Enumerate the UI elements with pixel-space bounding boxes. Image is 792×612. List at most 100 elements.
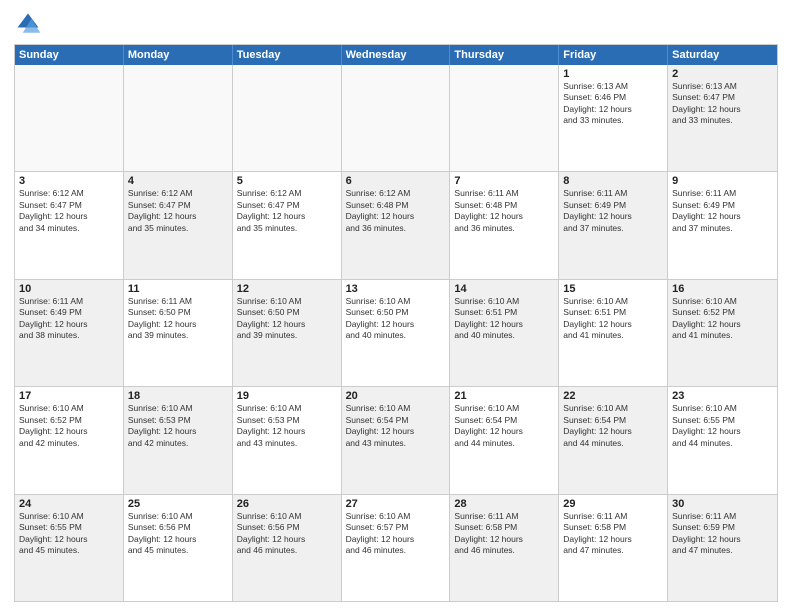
week-row-1: 3Sunrise: 6:12 AMSunset: 6:47 PMDaylight… — [15, 172, 777, 279]
day-number: 27 — [346, 498, 446, 510]
day-number: 4 — [128, 175, 228, 187]
header-cell-monday: Monday — [124, 45, 233, 65]
day-number: 26 — [237, 498, 337, 510]
cal-cell-empty-0-2 — [233, 65, 342, 171]
day-number: 30 — [672, 498, 773, 510]
day-number: 3 — [19, 175, 119, 187]
day-number: 12 — [237, 283, 337, 295]
cal-cell-20: 20Sunrise: 6:10 AMSunset: 6:54 PMDayligh… — [342, 387, 451, 493]
cal-cell-11: 11Sunrise: 6:11 AMSunset: 6:50 PMDayligh… — [124, 280, 233, 386]
day-info: Sunrise: 6:13 AMSunset: 6:46 PMDaylight:… — [563, 81, 663, 127]
day-number: 16 — [672, 283, 773, 295]
day-info: Sunrise: 6:10 AMSunset: 6:50 PMDaylight:… — [237, 296, 337, 342]
cal-cell-7: 7Sunrise: 6:11 AMSunset: 6:48 PMDaylight… — [450, 172, 559, 278]
cal-cell-8: 8Sunrise: 6:11 AMSunset: 6:49 PMDaylight… — [559, 172, 668, 278]
week-row-3: 17Sunrise: 6:10 AMSunset: 6:52 PMDayligh… — [15, 387, 777, 494]
day-number: 23 — [672, 390, 773, 402]
day-info: Sunrise: 6:10 AMSunset: 6:54 PMDaylight:… — [454, 403, 554, 449]
day-number: 22 — [563, 390, 663, 402]
day-info: Sunrise: 6:10 AMSunset: 6:52 PMDaylight:… — [672, 296, 773, 342]
cal-cell-empty-0-1 — [124, 65, 233, 171]
calendar-body: 1Sunrise: 6:13 AMSunset: 6:46 PMDaylight… — [15, 65, 777, 601]
cal-cell-1: 1Sunrise: 6:13 AMSunset: 6:46 PMDaylight… — [559, 65, 668, 171]
day-info: Sunrise: 6:12 AMSunset: 6:47 PMDaylight:… — [19, 188, 119, 234]
logo-icon — [14, 10, 42, 38]
cal-cell-30: 30Sunrise: 6:11 AMSunset: 6:59 PMDayligh… — [668, 495, 777, 601]
day-info: Sunrise: 6:10 AMSunset: 6:50 PMDaylight:… — [346, 296, 446, 342]
day-number: 8 — [563, 175, 663, 187]
week-row-0: 1Sunrise: 6:13 AMSunset: 6:46 PMDaylight… — [15, 65, 777, 172]
header — [14, 10, 778, 38]
header-cell-thursday: Thursday — [450, 45, 559, 65]
day-info: Sunrise: 6:11 AMSunset: 6:49 PMDaylight:… — [563, 188, 663, 234]
calendar-header-row: SundayMondayTuesdayWednesdayThursdayFrid… — [15, 45, 777, 65]
day-info: Sunrise: 6:12 AMSunset: 6:48 PMDaylight:… — [346, 188, 446, 234]
header-cell-sunday: Sunday — [15, 45, 124, 65]
cal-cell-24: 24Sunrise: 6:10 AMSunset: 6:55 PMDayligh… — [15, 495, 124, 601]
cal-cell-4: 4Sunrise: 6:12 AMSunset: 6:47 PMDaylight… — [124, 172, 233, 278]
day-info: Sunrise: 6:10 AMSunset: 6:55 PMDaylight:… — [19, 511, 119, 557]
page: SundayMondayTuesdayWednesdayThursdayFrid… — [0, 0, 792, 612]
day-number: 10 — [19, 283, 119, 295]
cal-cell-6: 6Sunrise: 6:12 AMSunset: 6:48 PMDaylight… — [342, 172, 451, 278]
day-info: Sunrise: 6:10 AMSunset: 6:56 PMDaylight:… — [237, 511, 337, 557]
cal-cell-28: 28Sunrise: 6:11 AMSunset: 6:58 PMDayligh… — [450, 495, 559, 601]
day-number: 25 — [128, 498, 228, 510]
cal-cell-empty-0-4 — [450, 65, 559, 171]
cal-cell-26: 26Sunrise: 6:10 AMSunset: 6:56 PMDayligh… — [233, 495, 342, 601]
day-number: 1 — [563, 68, 663, 80]
day-info: Sunrise: 6:11 AMSunset: 6:49 PMDaylight:… — [672, 188, 773, 234]
day-info: Sunrise: 6:12 AMSunset: 6:47 PMDaylight:… — [237, 188, 337, 234]
day-info: Sunrise: 6:13 AMSunset: 6:47 PMDaylight:… — [672, 81, 773, 127]
header-cell-wednesday: Wednesday — [342, 45, 451, 65]
day-number: 7 — [454, 175, 554, 187]
cal-cell-9: 9Sunrise: 6:11 AMSunset: 6:49 PMDaylight… — [668, 172, 777, 278]
cal-cell-23: 23Sunrise: 6:10 AMSunset: 6:55 PMDayligh… — [668, 387, 777, 493]
day-info: Sunrise: 6:12 AMSunset: 6:47 PMDaylight:… — [128, 188, 228, 234]
cal-cell-25: 25Sunrise: 6:10 AMSunset: 6:56 PMDayligh… — [124, 495, 233, 601]
header-cell-saturday: Saturday — [668, 45, 777, 65]
day-info: Sunrise: 6:10 AMSunset: 6:51 PMDaylight:… — [454, 296, 554, 342]
cal-cell-10: 10Sunrise: 6:11 AMSunset: 6:49 PMDayligh… — [15, 280, 124, 386]
day-number: 20 — [346, 390, 446, 402]
day-number: 15 — [563, 283, 663, 295]
cal-cell-12: 12Sunrise: 6:10 AMSunset: 6:50 PMDayligh… — [233, 280, 342, 386]
day-info: Sunrise: 6:10 AMSunset: 6:51 PMDaylight:… — [563, 296, 663, 342]
cal-cell-13: 13Sunrise: 6:10 AMSunset: 6:50 PMDayligh… — [342, 280, 451, 386]
day-number: 2 — [672, 68, 773, 80]
day-number: 28 — [454, 498, 554, 510]
cal-cell-27: 27Sunrise: 6:10 AMSunset: 6:57 PMDayligh… — [342, 495, 451, 601]
day-number: 14 — [454, 283, 554, 295]
day-number: 24 — [19, 498, 119, 510]
day-number: 18 — [128, 390, 228, 402]
day-info: Sunrise: 6:10 AMSunset: 6:56 PMDaylight:… — [128, 511, 228, 557]
day-info: Sunrise: 6:11 AMSunset: 6:50 PMDaylight:… — [128, 296, 228, 342]
day-number: 29 — [563, 498, 663, 510]
day-info: Sunrise: 6:11 AMSunset: 6:48 PMDaylight:… — [454, 188, 554, 234]
cal-cell-21: 21Sunrise: 6:10 AMSunset: 6:54 PMDayligh… — [450, 387, 559, 493]
header-cell-tuesday: Tuesday — [233, 45, 342, 65]
logo — [14, 10, 46, 38]
cal-cell-3: 3Sunrise: 6:12 AMSunset: 6:47 PMDaylight… — [15, 172, 124, 278]
day-info: Sunrise: 6:11 AMSunset: 6:49 PMDaylight:… — [19, 296, 119, 342]
day-number: 5 — [237, 175, 337, 187]
day-info: Sunrise: 6:11 AMSunset: 6:58 PMDaylight:… — [563, 511, 663, 557]
day-info: Sunrise: 6:10 AMSunset: 6:53 PMDaylight:… — [128, 403, 228, 449]
day-number: 9 — [672, 175, 773, 187]
day-number: 21 — [454, 390, 554, 402]
cal-cell-22: 22Sunrise: 6:10 AMSunset: 6:54 PMDayligh… — [559, 387, 668, 493]
day-info: Sunrise: 6:10 AMSunset: 6:57 PMDaylight:… — [346, 511, 446, 557]
day-info: Sunrise: 6:10 AMSunset: 6:55 PMDaylight:… — [672, 403, 773, 449]
header-cell-friday: Friday — [559, 45, 668, 65]
day-info: Sunrise: 6:10 AMSunset: 6:54 PMDaylight:… — [563, 403, 663, 449]
day-number: 13 — [346, 283, 446, 295]
week-row-2: 10Sunrise: 6:11 AMSunset: 6:49 PMDayligh… — [15, 280, 777, 387]
cal-cell-29: 29Sunrise: 6:11 AMSunset: 6:58 PMDayligh… — [559, 495, 668, 601]
cal-cell-15: 15Sunrise: 6:10 AMSunset: 6:51 PMDayligh… — [559, 280, 668, 386]
cal-cell-18: 18Sunrise: 6:10 AMSunset: 6:53 PMDayligh… — [124, 387, 233, 493]
week-row-4: 24Sunrise: 6:10 AMSunset: 6:55 PMDayligh… — [15, 495, 777, 601]
day-info: Sunrise: 6:10 AMSunset: 6:52 PMDaylight:… — [19, 403, 119, 449]
cal-cell-16: 16Sunrise: 6:10 AMSunset: 6:52 PMDayligh… — [668, 280, 777, 386]
day-number: 6 — [346, 175, 446, 187]
day-number: 11 — [128, 283, 228, 295]
